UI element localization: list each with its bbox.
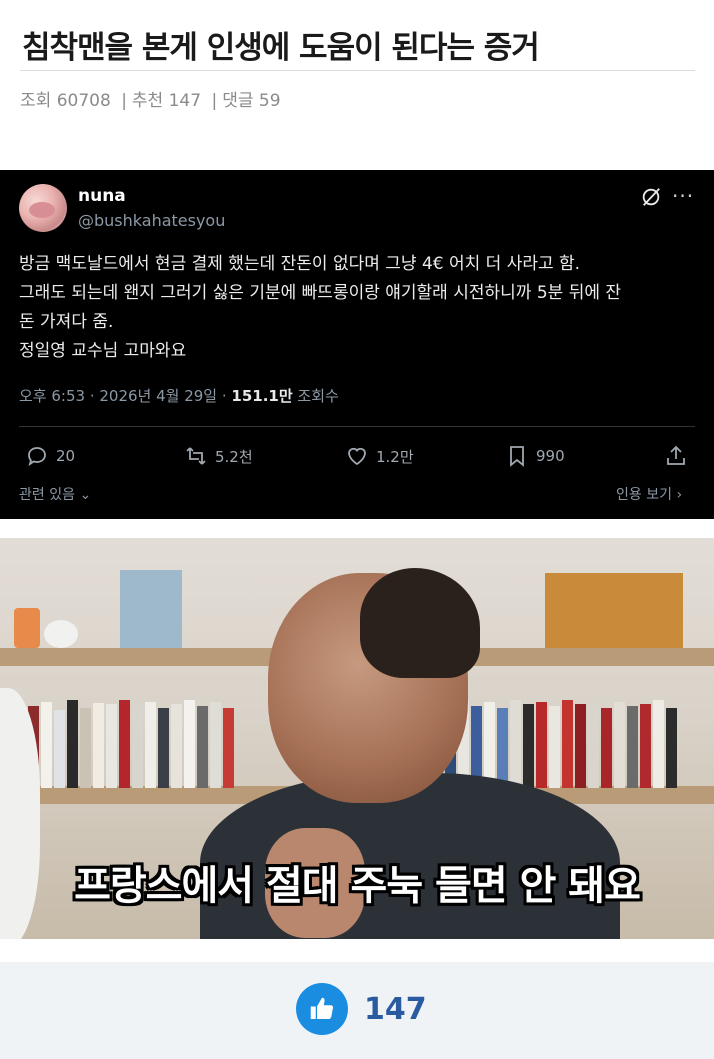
timestamp-text: 오후 6:53 · 2026년 4월 29일 · <box>19 387 232 405</box>
reply-icon <box>28 447 46 467</box>
grok-icon[interactable] <box>640 186 662 208</box>
reply-count: 20 <box>56 447 76 465</box>
shelf-ornament <box>14 608 40 648</box>
boxed-item <box>545 573 683 648</box>
recommend-label: 추천 <box>131 91 164 111</box>
tweet-divider <box>19 426 695 427</box>
share-icon <box>667 445 685 465</box>
tweet-line: 돈 가져다 줌. <box>19 312 114 332</box>
comments-label: 댓글 <box>222 91 254 111</box>
meta-separator: | <box>121 91 127 111</box>
books-left <box>28 698 236 788</box>
chevron-down-icon: ⌄ <box>79 487 92 503</box>
like-tweet-button[interactable]: 1.2만 <box>345 444 414 468</box>
bookmark-count: 990 <box>536 447 565 465</box>
chevron-right-icon: › <box>676 487 683 503</box>
heart-icon <box>348 447 366 466</box>
like-count-tweet: 1.2만 <box>376 447 414 466</box>
retweet-count: 5.2천 <box>215 447 253 466</box>
recommend-count: 147 <box>168 91 202 111</box>
retweet-icon <box>186 447 206 465</box>
views-label: 조회 <box>20 91 52 111</box>
framed-picture <box>120 570 182 648</box>
like-count: 147 <box>364 992 427 1027</box>
tweet-line: 그래도 되는데 왠지 그러기 싫은 기분에 빠뜨롱이랑 얘기할래 시전하니까 5… <box>19 283 622 303</box>
meta-separator: | <box>211 91 218 111</box>
related-link[interactable]: 관련 있음 ⌄ <box>19 484 91 504</box>
tweet-handle[interactable]: @bushkahatesyou <box>78 211 225 230</box>
tweet-author[interactable]: nuna <box>78 186 126 206</box>
post-title: 침착맨을 본게 인생에 도움이 된다는 증거 <box>22 30 540 66</box>
tweet-line: 방금 맥도날드에서 현금 결제 했는데 잔돈이 없다며 그냥 4€ 어치 더 사… <box>19 254 581 274</box>
tweet-line: 정일영 교수님 고마와요 <box>19 341 187 361</box>
bookmark-button[interactable]: 990 <box>505 444 565 468</box>
title-divider <box>20 70 695 71</box>
comments-count: 59 <box>258 91 281 111</box>
embedded-tweet: nuna @bushkahatesyou ··· 방금 맥도날드에서 현금 결제… <box>0 170 714 519</box>
books-right <box>445 698 679 788</box>
thumbs-up-icon <box>310 997 334 1019</box>
avatar[interactable] <box>19 184 67 232</box>
view-count: 151.1만 <box>231 387 293 405</box>
quote-link[interactable]: 인용 보기 › <box>616 484 682 504</box>
bookmark-icon <box>510 446 524 467</box>
views-count: 60708 <box>56 91 111 111</box>
post-footer: 147 <box>0 962 714 1059</box>
tweet-body: 방금 맥도날드에서 현금 결제 했는데 잔돈이 없다며 그냥 4€ 어치 더 사… <box>19 250 699 366</box>
video-still-image: 프랑스에서 절대 주눅 들면 안 돼요 <box>0 538 714 939</box>
reply-button[interactable]: 20 <box>25 444 75 468</box>
more-icon[interactable]: ··· <box>672 184 694 208</box>
share-button[interactable] <box>664 444 695 468</box>
retweet-button[interactable]: 5.2천 <box>184 444 253 468</box>
shelf-ornament <box>44 620 78 648</box>
like-button[interactable] <box>296 983 348 1035</box>
post-meta: 조회 60708 | 추천 147 | 댓글 59 <box>20 86 281 111</box>
related-label: 관련 있음 <box>19 487 75 503</box>
video-subtitle: 프랑스에서 절대 주눅 들면 안 돼요 <box>74 863 641 909</box>
tweet-timestamp[interactable]: 오후 6:53 · 2026년 4월 29일 · 151.1만 조회수 <box>19 385 339 406</box>
quote-label: 인용 보기 <box>616 487 672 503</box>
view-label: 조회수 <box>292 387 339 405</box>
